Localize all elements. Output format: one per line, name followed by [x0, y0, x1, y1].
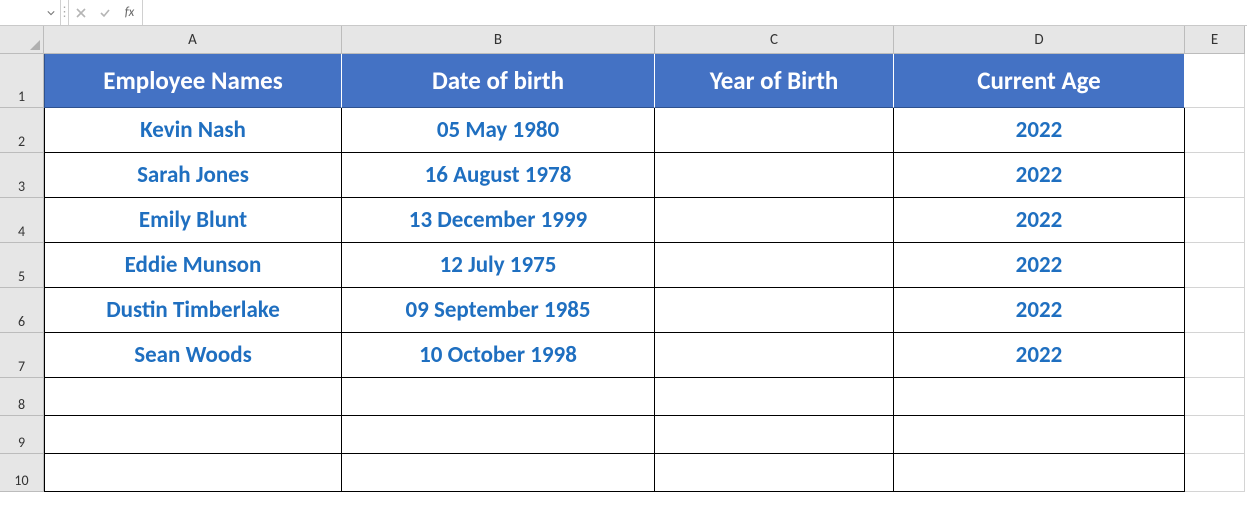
cell-name[interactable]: Kevin Nash — [44, 108, 342, 153]
cells-area: Employee Names Date of birth Year of Bir… — [44, 54, 1245, 492]
row-header-5[interactable]: 5 — [0, 243, 44, 288]
cell-E4[interactable] — [1185, 198, 1245, 243]
cell-yob[interactable] — [655, 108, 894, 153]
cell-name[interactable]: Sarah Jones — [44, 153, 342, 198]
cell-E3[interactable] — [1185, 153, 1245, 198]
cell-D8[interactable] — [894, 378, 1185, 416]
table-row-empty — [44, 416, 1245, 454]
header-date-of-birth[interactable]: Date of birth — [342, 54, 655, 108]
cell-yob[interactable] — [655, 198, 894, 243]
name-box[interactable] — [2, 3, 42, 23]
row-header-6[interactable]: 6 — [0, 288, 44, 333]
header-year-of-birth[interactable]: Year of Birth — [655, 54, 894, 108]
cell-yob[interactable] — [655, 153, 894, 198]
cell-C8[interactable] — [655, 378, 894, 416]
cell-C10[interactable] — [655, 454, 894, 492]
table-row: Eddie Munson 12 July 1975 2022 — [44, 243, 1245, 288]
table-row: Emily Blunt 13 December 1999 2022 — [44, 198, 1245, 243]
cell-E1[interactable] — [1185, 54, 1245, 108]
row-header-7[interactable]: 7 — [0, 333, 44, 378]
name-box-container — [0, 0, 61, 25]
header-employee-names[interactable]: Employee Names — [44, 54, 342, 108]
formula-bar-divider: ⋮ — [61, 0, 69, 25]
cell-dob[interactable]: 16 August 1978 — [342, 153, 655, 198]
column-headers: A B C D E — [44, 26, 1245, 54]
cell-E10[interactable] — [1185, 454, 1245, 492]
cell-B10[interactable] — [342, 454, 655, 492]
cell-yob[interactable] — [655, 288, 894, 333]
cell-dob[interactable]: 05 May 1980 — [342, 108, 655, 153]
cell-name[interactable]: Emily Blunt — [44, 198, 342, 243]
formula-bar: ⋮ fx — [0, 0, 1247, 26]
cell-E7[interactable] — [1185, 333, 1245, 378]
cell-age[interactable]: 2022 — [894, 198, 1185, 243]
cell-A9[interactable] — [44, 416, 342, 454]
row-header-3[interactable]: 3 — [0, 153, 44, 198]
cell-dob[interactable]: 09 September 1985 — [342, 288, 655, 333]
column-header-strip: A B C D E — [0, 26, 1247, 54]
grid-body: 1 2 3 4 5 6 7 8 9 10 Employee Names Date… — [0, 54, 1247, 492]
table-row: Kevin Nash 05 May 1980 2022 — [44, 108, 1245, 153]
cell-A10[interactable] — [44, 454, 342, 492]
cell-age[interactable]: 2022 — [894, 153, 1185, 198]
col-header-D[interactable]: D — [894, 26, 1185, 54]
row-header-10[interactable]: 10 — [0, 454, 44, 492]
cell-B9[interactable] — [342, 416, 655, 454]
row-header-9[interactable]: 9 — [0, 416, 44, 454]
cell-age[interactable]: 2022 — [894, 288, 1185, 333]
select-all-corner[interactable] — [0, 26, 44, 54]
col-header-B[interactable]: B — [342, 26, 655, 54]
insert-function-icon[interactable]: fx — [117, 0, 143, 25]
row-header-4[interactable]: 4 — [0, 198, 44, 243]
table-row-empty — [44, 378, 1245, 416]
cell-C9[interactable] — [655, 416, 894, 454]
cell-yob[interactable] — [655, 333, 894, 378]
cell-D10[interactable] — [894, 454, 1185, 492]
name-box-dropdown-icon[interactable] — [44, 6, 58, 20]
cancel-icon[interactable] — [69, 0, 93, 25]
table-header-row: Employee Names Date of birth Year of Bir… — [44, 54, 1245, 108]
col-header-C[interactable]: C — [655, 26, 894, 54]
row-headers: 1 2 3 4 5 6 7 8 9 10 — [0, 54, 44, 492]
enter-icon[interactable] — [93, 0, 117, 25]
table-row: Sean Woods 10 October 1998 2022 — [44, 333, 1245, 378]
cell-E8[interactable] — [1185, 378, 1245, 416]
cell-age[interactable]: 2022 — [894, 333, 1185, 378]
cell-name[interactable]: Dustin Timberlake — [44, 288, 342, 333]
cell-name[interactable]: Eddie Munson — [44, 243, 342, 288]
header-current-age[interactable]: Current Age — [894, 54, 1185, 108]
cell-E6[interactable] — [1185, 288, 1245, 333]
table-row-empty — [44, 454, 1245, 492]
cell-E5[interactable] — [1185, 243, 1245, 288]
cell-age[interactable]: 2022 — [894, 243, 1185, 288]
row-header-8[interactable]: 8 — [0, 378, 44, 416]
table-row: Dustin Timberlake 09 September 1985 2022 — [44, 288, 1245, 333]
cell-dob[interactable]: 13 December 1999 — [342, 198, 655, 243]
col-header-E[interactable]: E — [1185, 26, 1245, 54]
cell-B8[interactable] — [342, 378, 655, 416]
cell-age[interactable]: 2022 — [894, 108, 1185, 153]
col-header-A[interactable]: A — [44, 26, 342, 54]
cell-dob[interactable]: 10 October 1998 — [342, 333, 655, 378]
cell-D9[interactable] — [894, 416, 1185, 454]
row-header-2[interactable]: 2 — [0, 108, 44, 153]
excel-window: ⋮ fx A B C D E 1 2 3 4 5 6 7 8 9 — [0, 0, 1247, 506]
cell-E2[interactable] — [1185, 108, 1245, 153]
cell-name[interactable]: Sean Woods — [44, 333, 342, 378]
cell-dob[interactable]: 12 July 1975 — [342, 243, 655, 288]
cell-E9[interactable] — [1185, 416, 1245, 454]
cell-A8[interactable] — [44, 378, 342, 416]
table-row: Sarah Jones 16 August 1978 2022 — [44, 153, 1245, 198]
cell-yob[interactable] — [655, 243, 894, 288]
formula-input[interactable] — [143, 0, 1247, 25]
row-header-1[interactable]: 1 — [0, 54, 44, 108]
